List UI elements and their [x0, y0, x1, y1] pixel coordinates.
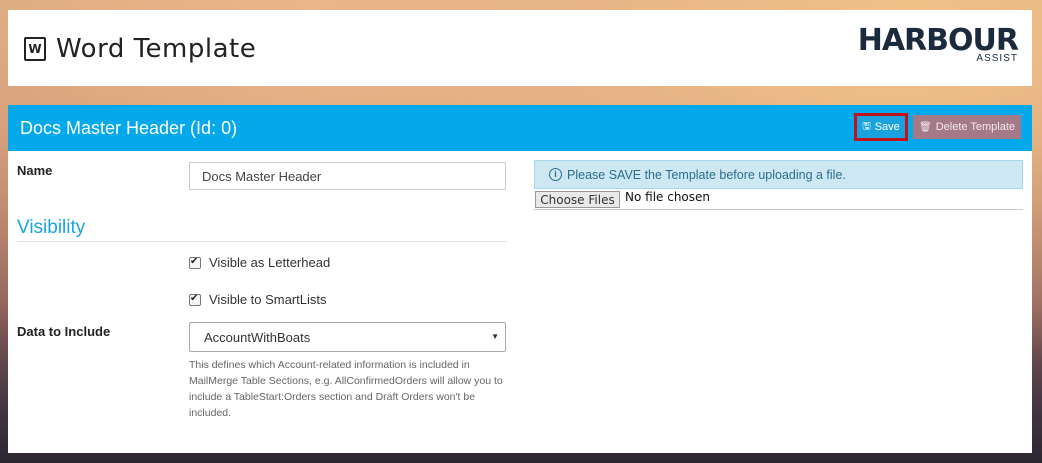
panel-header-bar: Docs Master Header (Id: 0) 🖫 Save 🗑 Dele… [8, 105, 1032, 151]
data-to-include-value: AccountWithBoats [204, 329, 311, 345]
save-button[interactable]: 🖫 Save [854, 113, 908, 141]
page-title: Word Template [56, 34, 257, 64]
data-to-include-label: Data to Include [17, 324, 111, 339]
choose-files-button[interactable]: Choose Files [535, 191, 620, 208]
info-icon: i [549, 168, 562, 181]
page-header: W Word Template HARBOUR ASSIST [8, 10, 1032, 86]
visible-letterhead-label: Visible as Letterhead [209, 255, 331, 270]
harbour-assist-logo: HARBOUR ASSIST [857, 23, 1019, 64]
page-title-group: W Word Template [24, 34, 256, 64]
visible-letterhead-row[interactable]: ✔ Visible as Letterhead [189, 255, 330, 270]
visible-smartlists-checkbox[interactable]: ✔ [189, 292, 201, 306]
panel-title: Docs Master Header (Id: 0) [20, 118, 238, 138]
visible-smartlists-label: Visible to SmartLists [209, 292, 327, 307]
save-button-label: Save [874, 121, 900, 133]
name-label: Name [17, 163, 53, 178]
visible-letterhead-checkbox[interactable]: ✔ [189, 255, 201, 269]
data-to-include-help: This defines which Account-related infor… [189, 359, 503, 419]
trash-icon: 🗑 [919, 121, 932, 133]
floppy-disk-icon: 🖫 [862, 120, 871, 132]
checkmark-icon: ✔ [190, 292, 199, 304]
visible-smartlists-row[interactable]: ✔ Visible to SmartLists [189, 292, 327, 307]
upload-divider [534, 209, 1023, 210]
delete-template-button[interactable]: 🗑 Delete Template [913, 115, 1021, 139]
save-first-alert: i Please SAVE the Template before upload… [534, 160, 1023, 189]
no-file-chosen-text: No file chosen [625, 190, 711, 204]
data-to-include-select[interactable]: AccountWithBoats ▼ [189, 322, 506, 352]
word-document-icon: W [24, 37, 46, 61]
template-panel: Docs Master Header (Id: 0) 🖫 Save 🗑 Dele… [8, 105, 1032, 453]
delete-button-label: Delete Template [935, 121, 1015, 133]
checkmark-icon: ✔ [190, 255, 199, 267]
name-input[interactable] [189, 162, 506, 190]
logo-main-text: HARBOUR [857, 23, 1019, 58]
dropdown-arrow-icon: ▼ [491, 332, 499, 341]
section-divider [17, 241, 507, 242]
visibility-heading: Visibility [17, 217, 86, 238]
alert-text: Please SAVE the Template before uploadin… [567, 167, 846, 182]
